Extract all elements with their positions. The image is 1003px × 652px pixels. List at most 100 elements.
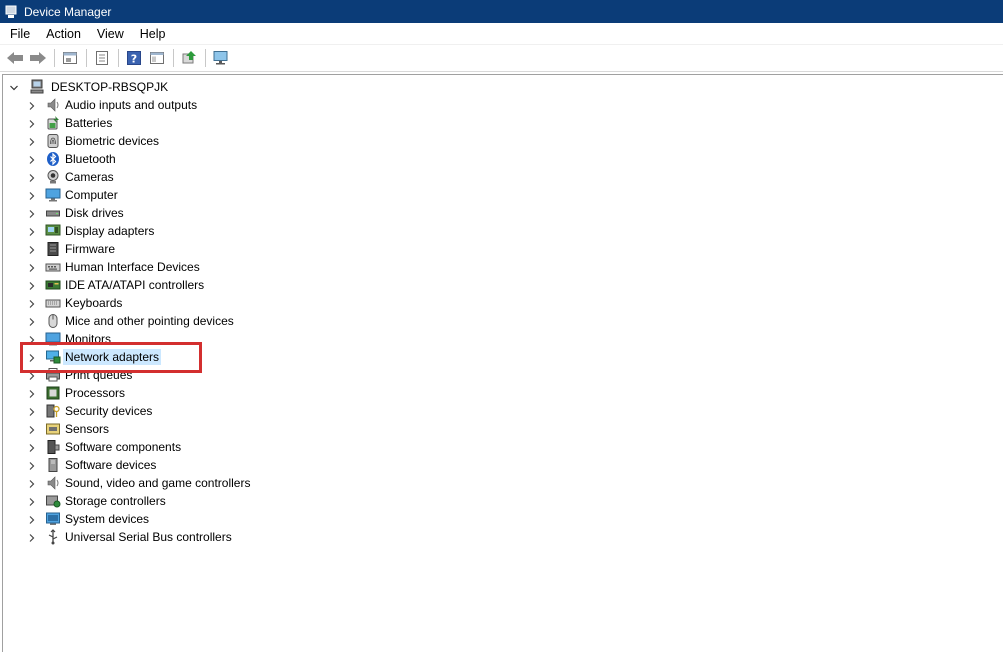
tree-item-bluetooth[interactable]: Bluetooth (27, 150, 118, 168)
toolbar-separator (86, 49, 87, 67)
tree-item-print-queues[interactable]: Print queues (27, 366, 134, 384)
chevron-right-icon[interactable] (27, 190, 37, 200)
chevron-right-icon[interactable] (27, 172, 37, 182)
chevron-right-icon[interactable] (27, 208, 37, 218)
tree-item-universal-serial-bus-controllers[interactable]: Universal Serial Bus controllers (27, 528, 234, 546)
update-driver-icon[interactable] (178, 47, 200, 69)
menu-help[interactable]: Help (132, 23, 174, 45)
chevron-right-icon[interactable] (27, 388, 37, 398)
menu-view[interactable]: View (89, 23, 132, 45)
tree-item-security-devices[interactable]: Security devices (27, 402, 154, 420)
tree-item-sensors[interactable]: Sensors (27, 420, 111, 438)
keyboard-icon (45, 295, 61, 311)
tree-item-label: Batteries (65, 116, 113, 130)
chevron-right-icon[interactable] (27, 334, 37, 344)
tree-item-ide-ata-atapi-controllers[interactable]: IDE ATA/ATAPI controllers (27, 276, 206, 294)
tree-item-label: Display adapters (65, 224, 155, 238)
tree-item-monitors[interactable]: Monitors (27, 330, 113, 348)
hid-icon (45, 259, 61, 275)
scan-hardware-icon[interactable] (210, 47, 232, 69)
tree-item-label: Processors (65, 386, 126, 400)
forward-arrow-icon[interactable] (27, 47, 49, 69)
chevron-right-icon[interactable] (27, 244, 37, 254)
chevron-right-icon[interactable] (27, 226, 37, 236)
tree-item-label: Audio inputs and outputs (65, 98, 198, 112)
chevron-right-icon[interactable] (27, 442, 37, 452)
tree-item-label: Bluetooth (65, 152, 116, 166)
chevron-right-icon[interactable] (27, 478, 37, 488)
menu-action[interactable]: Action (38, 23, 89, 45)
tree-item-label: Biometric devices (65, 134, 160, 148)
bluetooth-icon (45, 151, 61, 167)
chevron-right-icon[interactable] (27, 514, 37, 524)
chevron-right-icon[interactable] (27, 316, 37, 326)
disk-drive-icon (45, 205, 61, 221)
tree-item-label: Print queues (65, 368, 133, 382)
tree-root[interactable]: DESKTOP-RBSQPJK (9, 78, 170, 96)
printer-icon (45, 367, 61, 383)
chevron-right-icon[interactable] (27, 352, 37, 362)
device-list-icon[interactable] (91, 47, 113, 69)
tree-item-label: Software components (65, 440, 182, 454)
device-manager-icon (4, 5, 18, 19)
processor-icon (45, 385, 61, 401)
chevron-right-icon[interactable] (27, 496, 37, 506)
toolbar: ? (0, 45, 1003, 72)
tree-item-keyboards[interactable]: Keyboards (27, 294, 124, 312)
tree-item-batteries[interactable]: Batteries (27, 114, 114, 132)
tree-item-label: Computer (65, 188, 118, 202)
chevron-right-icon[interactable] (27, 262, 37, 272)
tree-item-biometric-devices[interactable]: Biometric devices (27, 132, 161, 150)
window-title: Device Manager (24, 4, 112, 19)
tree-item-audio-inputs-and-outputs[interactable]: Audio inputs and outputs (27, 96, 199, 114)
chevron-right-icon[interactable] (27, 460, 37, 470)
chevron-right-icon[interactable] (27, 406, 37, 416)
chevron-right-icon[interactable] (27, 280, 37, 290)
chevron-right-icon[interactable] (27, 154, 37, 164)
storage-controller-icon (45, 493, 61, 509)
tree-item-display-adapters[interactable]: Display adapters (27, 222, 156, 240)
menu-file[interactable]: File (0, 23, 38, 45)
chevron-down-icon[interactable] (9, 82, 19, 92)
toolbar-separator (54, 49, 55, 67)
tree-item-label: Storage controllers (65, 494, 166, 508)
battery-icon (45, 115, 61, 131)
tree-item-disk-drives[interactable]: Disk drives (27, 204, 126, 222)
software-component-icon (45, 439, 61, 455)
tree-item-software-components[interactable]: Software components (27, 438, 183, 456)
tree-item-firmware[interactable]: Firmware (27, 240, 117, 258)
computer-icon (29, 79, 45, 95)
device-tree[interactable]: DESKTOP-RBSQPJK Audio inputs and outputs… (2, 74, 1003, 652)
tree-item-label: Sensors (65, 422, 110, 436)
tree-item-mice-and-other-pointing-devices[interactable]: Mice and other pointing devices (27, 312, 236, 330)
speaker-icon (45, 97, 61, 113)
tree-item-software-devices[interactable]: Software devices (27, 456, 158, 474)
tree-item-sound-video-and-game-controllers[interactable]: Sound, video and game controllers (27, 474, 252, 492)
console-tree-icon[interactable] (146, 47, 168, 69)
speaker-icon (45, 475, 61, 491)
tree-item-cameras[interactable]: Cameras (27, 168, 116, 186)
usb-icon (45, 529, 61, 545)
properties-sheet-icon[interactable] (59, 47, 81, 69)
tree-item-system-devices[interactable]: System devices (27, 510, 151, 528)
tree-item-label: Security devices (65, 404, 153, 418)
svg-text:?: ? (131, 53, 137, 66)
chevron-right-icon[interactable] (27, 532, 37, 542)
tree-item-human-interface-devices[interactable]: Human Interface Devices (27, 258, 202, 276)
tree-item-storage-controllers[interactable]: Storage controllers (27, 492, 168, 510)
chevron-right-icon[interactable] (27, 100, 37, 110)
back-arrow-icon[interactable] (4, 47, 26, 69)
chevron-right-icon[interactable] (27, 298, 37, 308)
help-icon[interactable]: ? (123, 47, 145, 69)
chevron-right-icon[interactable] (27, 136, 37, 146)
chevron-right-icon[interactable] (27, 118, 37, 128)
system-device-icon (45, 511, 61, 527)
chevron-right-icon[interactable] (27, 370, 37, 380)
tree-item-processors[interactable]: Processors (27, 384, 127, 402)
tree-item-network-adapters[interactable]: Network adapters (27, 348, 162, 366)
chevron-right-icon[interactable] (27, 424, 37, 434)
tree-item-label: Disk drives (65, 206, 124, 220)
toolbar-separator (205, 49, 206, 67)
camera-icon (45, 169, 61, 185)
tree-item-computer[interactable]: Computer (27, 186, 120, 204)
